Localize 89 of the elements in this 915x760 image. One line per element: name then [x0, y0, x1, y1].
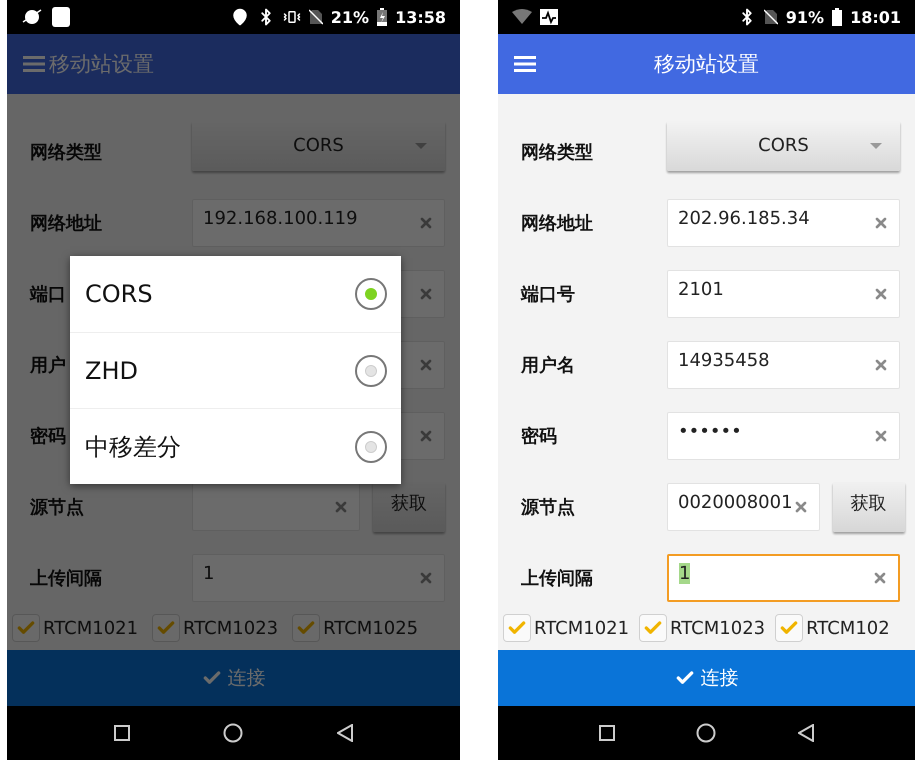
- checkbox-label: RTCM1023: [183, 618, 278, 638]
- clear-icon: [418, 428, 434, 444]
- menu-icon[interactable]: [514, 56, 536, 72]
- caret-icon: [870, 142, 882, 148]
- fetch-button[interactable]: 获取: [832, 482, 905, 532]
- input-field[interactable]: 1: [667, 554, 900, 602]
- clock-time: 13:58: [395, 8, 446, 26]
- checkbox-label: RTCM1023: [670, 618, 766, 638]
- field-value: 202.96.185.34: [678, 208, 811, 229]
- field-value: 2101: [678, 279, 725, 300]
- back-icon[interactable]: [798, 724, 814, 742]
- screen-title: 移动站设置: [654, 51, 759, 78]
- caret-icon: [415, 142, 427, 148]
- wifi-icon: [512, 9, 532, 25]
- clear-icon: [792, 498, 809, 514]
- clear-icon: [872, 570, 888, 586]
- checkbox-label: RTCM1021: [43, 618, 138, 638]
- field-value: 192.168.100.119: [203, 208, 359, 229]
- checkbox-label: RTCM1025: [323, 618, 418, 638]
- field-label: 源节点: [30, 496, 84, 518]
- clear-icon: [873, 356, 889, 372]
- field-value: 14935458: [678, 350, 771, 371]
- back-icon[interactable]: [337, 724, 354, 742]
- field-label: 上传间隔: [521, 566, 593, 590]
- radio-button[interactable]: [355, 278, 387, 310]
- input-field[interactable]: 14935458: [667, 340, 900, 388]
- input-field[interactable]: 2101: [667, 270, 900, 318]
- field-label: 端口号: [521, 282, 575, 306]
- battery-icon: [377, 8, 388, 26]
- clear-icon: [418, 286, 434, 302]
- no-sim-icon: [308, 9, 323, 25]
- pulse-icon: [540, 9, 558, 25]
- recents-icon[interactable]: [598, 725, 615, 741]
- battery-percent: 21%: [330, 8, 370, 26]
- dialog-option[interactable]: CORS: [70, 256, 401, 332]
- rtcm-checkbox[interactable]: RTCM1023: [639, 614, 766, 642]
- input-field[interactable]: ••••••: [667, 412, 900, 460]
- connect-button[interactable]: 连接: [498, 650, 915, 706]
- field-label: 网络类型: [30, 140, 102, 164]
- home-icon[interactable]: [223, 723, 244, 743]
- field-value: 1: [203, 563, 216, 584]
- vibrate-icon: [282, 8, 301, 26]
- input-field[interactable]: 0020008001: [667, 482, 820, 530]
- field-label: 上传间隔: [30, 566, 102, 590]
- field-label: 网络地址: [521, 212, 593, 234]
- recents-icon[interactable]: [114, 725, 130, 741]
- location-pin-icon: [230, 8, 249, 26]
- app-icon: [51, 6, 71, 28]
- checkbox-label: RTCM102: [806, 618, 890, 638]
- field-label: 网络地址: [30, 212, 102, 234]
- field-value: 0020008001: [678, 492, 793, 513]
- clear-icon: [333, 498, 349, 514]
- field-value: ••••••: [678, 421, 743, 442]
- clear-icon: [873, 428, 889, 444]
- field-label: 用户名: [521, 354, 575, 376]
- clear-icon: [873, 214, 889, 230]
- field-label: 用户: [30, 354, 66, 376]
- input-field[interactable]: 192.168.100.119: [192, 198, 445, 246]
- clock-time: 18:01: [850, 8, 901, 26]
- dialog-option[interactable]: ZHD: [70, 332, 401, 408]
- field-label: 网络类型: [521, 140, 593, 164]
- screen-title: 移动站设置: [49, 51, 154, 78]
- menu-icon[interactable]: [23, 56, 45, 72]
- option-label: ZHD: [85, 356, 138, 384]
- field-label: 密码: [521, 424, 557, 448]
- clear-icon: [418, 214, 434, 230]
- field-label: 源节点: [521, 496, 575, 518]
- no-sim-icon: [764, 9, 778, 25]
- dialog-option[interactable]: 中移差分: [70, 408, 401, 484]
- clear-icon: [418, 570, 434, 586]
- rtcm-checkbox[interactable]: RTCM1021: [503, 614, 630, 642]
- home-icon[interactable]: [696, 723, 716, 743]
- clear-icon: [418, 356, 434, 372]
- radio-button[interactable]: [355, 354, 387, 386]
- input-field[interactable]: 202.96.185.34: [667, 198, 900, 246]
- radio-button[interactable]: [355, 430, 387, 462]
- input-field[interactable]: 1: [192, 554, 445, 602]
- option-label: CORS: [85, 280, 153, 308]
- input-field[interactable]: [192, 482, 360, 530]
- clear-icon: [873, 286, 889, 302]
- field-value: 1: [679, 563, 692, 584]
- field-label: 密码: [30, 424, 66, 448]
- battery-icon: [832, 8, 842, 26]
- checkbox-label: RTCM1021: [534, 618, 630, 638]
- battery-percent: 91%: [786, 8, 824, 26]
- rtcm-checkbox[interactable]: RTCM102: [775, 614, 890, 642]
- option-label: 中移差分: [85, 432, 181, 462]
- network-type-dropdown[interactable]: CORS: [667, 120, 900, 170]
- field-label: 端口: [30, 282, 66, 306]
